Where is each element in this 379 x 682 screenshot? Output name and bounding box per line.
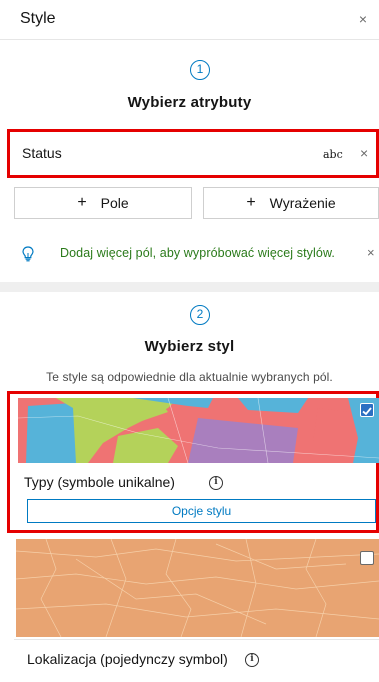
style-card-unique-types[interactable]: Typy (symbole unikalne) i Opcje stylu xyxy=(7,391,379,533)
add-expression-label: Wyrażenie xyxy=(269,195,336,211)
style-hint-text: Te style są odpowiednie dla aktualnie wy… xyxy=(46,370,333,384)
info-icon[interactable]: i xyxy=(209,476,223,490)
plus-icon: + xyxy=(77,194,87,211)
select-attributes-heading: Wybierz atrybuty xyxy=(127,94,252,111)
style-unselected-checkbox[interactable] xyxy=(360,551,374,565)
single-symbol-map-preview[interactable] xyxy=(16,539,379,637)
lightbulb-icon xyxy=(22,246,34,267)
string-type-icon: abc xyxy=(323,148,343,161)
step-1-indicator: 1 xyxy=(190,60,210,80)
close-icon[interactable]: × xyxy=(359,11,367,27)
info-icon[interactable]: i xyxy=(245,653,259,667)
step-2-indicator: 2 xyxy=(190,305,210,325)
remove-attribute-icon[interactable]: × xyxy=(360,145,368,161)
style-options-button[interactable]: Opcje stylu xyxy=(27,499,376,523)
selected-attribute-row: Status abc × xyxy=(7,129,379,178)
tip-notice: Dodaj więcej pól, aby wypróbować więcej … xyxy=(22,244,379,264)
style-card-single-symbol[interactable]: Lokalizacja (pojedynczy symbol) i xyxy=(14,537,379,682)
attribute-name: Status xyxy=(22,145,62,161)
dismiss-tip-icon[interactable]: × xyxy=(367,245,375,260)
panel-header: Style × xyxy=(0,0,379,40)
plus-icon: + xyxy=(246,194,256,211)
add-field-label: Pole xyxy=(100,195,129,211)
tip-text: Dodaj więcej pól, aby wypróbować więcej … xyxy=(60,246,335,260)
style-card-label: Lokalizacja (pojedynczy symbol) xyxy=(27,651,228,667)
card-divider xyxy=(14,639,379,640)
style-selected-checkbox[interactable] xyxy=(360,403,374,417)
add-field-button[interactable]: + Pole xyxy=(14,187,192,219)
section-separator xyxy=(0,282,379,292)
select-style-heading: Wybierz styl xyxy=(144,338,235,355)
unique-types-map-preview[interactable] xyxy=(18,398,379,463)
panel-title: Style xyxy=(20,10,56,27)
style-card-label: Typy (symbole unikalne) xyxy=(24,474,175,490)
add-expression-button[interactable]: + Wyrażenie xyxy=(203,187,379,219)
